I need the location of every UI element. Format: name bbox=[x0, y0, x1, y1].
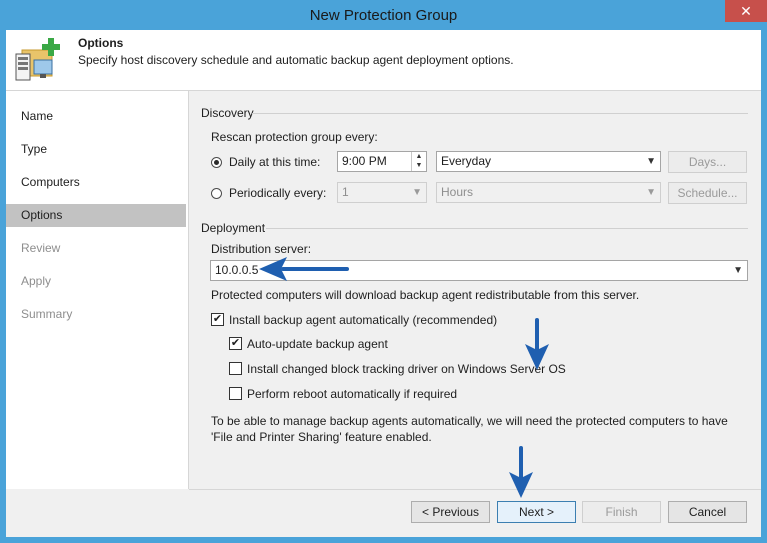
install-agent-checkbox[interactable]: ✔ bbox=[211, 313, 224, 326]
agent-note-line2: 'File and Printer Sharing' feature enabl… bbox=[211, 430, 432, 444]
step-name[interactable]: Name bbox=[6, 105, 186, 128]
discovery-divider bbox=[252, 113, 748, 114]
daily-frequency-value: Everyday bbox=[441, 154, 492, 168]
down-arrow-annotation-icon bbox=[509, 446, 533, 498]
page-title: Options bbox=[78, 36, 124, 50]
next-button[interactable]: Next > bbox=[497, 501, 576, 523]
daily-frequency-select[interactable]: Everyday ▼ bbox=[436, 151, 661, 172]
time-spinner[interactable]: ▲ ▼ bbox=[411, 152, 426, 171]
page-subtitle: Specify host discovery schedule and auto… bbox=[78, 53, 514, 67]
distribution-note: Protected computers will download backup… bbox=[211, 288, 640, 302]
daily-radio[interactable] bbox=[211, 157, 222, 168]
period-unit-value: Hours bbox=[441, 185, 474, 199]
step-computers[interactable]: Computers bbox=[6, 171, 186, 194]
period-value: 1 bbox=[342, 185, 349, 199]
chevron-down-icon: ▼ bbox=[646, 156, 656, 167]
step-apply: Apply bbox=[21, 274, 52, 288]
step-options[interactable]: Options bbox=[6, 204, 186, 227]
auto-update-label[interactable]: Auto-update backup agent bbox=[247, 337, 388, 351]
period-unit-select[interactable]: Hours ▼ bbox=[436, 182, 661, 203]
step-review: Review bbox=[21, 241, 61, 255]
cancel-button[interactable]: Cancel bbox=[668, 501, 747, 523]
deployment-divider bbox=[266, 228, 748, 229]
left-arrow-annotation-icon bbox=[259, 257, 349, 281]
window-title: New Protection Group bbox=[309, 7, 458, 24]
footer-divider bbox=[189, 489, 761, 490]
daily-time-picker[interactable]: 9:00 PM ▲ ▼ bbox=[337, 151, 427, 172]
days-button[interactable]: Days... bbox=[668, 151, 747, 173]
chevron-down-icon: ▼ bbox=[412, 187, 422, 198]
wizard-header: Options Specify host discovery schedule … bbox=[6, 30, 761, 91]
cbt-driver-checkbox[interactable] bbox=[229, 362, 242, 375]
schedule-button[interactable]: Schedule... bbox=[668, 182, 747, 204]
wizard-steps-sidebar: Name Type Computers Options Review Apply… bbox=[6, 91, 189, 489]
deployment-section-title: Deployment bbox=[201, 221, 266, 235]
install-agent-label[interactable]: Install backup agent automatically (reco… bbox=[229, 313, 497, 327]
periodically-radio[interactable] bbox=[211, 188, 222, 199]
distribution-server-label: Distribution server: bbox=[211, 242, 312, 256]
distribution-server-value: 10.0.0.5 bbox=[215, 263, 259, 277]
step-type[interactable]: Type bbox=[6, 138, 186, 161]
title-bar: New Protection Group bbox=[0, 0, 767, 30]
close-button[interactable]: ✕ bbox=[725, 0, 767, 22]
down-arrow-annotation-icon bbox=[525, 318, 549, 370]
daily-time-value: 9:00 PM bbox=[342, 154, 387, 168]
auto-update-checkbox[interactable]: ✔ bbox=[229, 337, 242, 350]
daily-label[interactable]: Daily at this time: bbox=[229, 155, 320, 169]
discovery-section-title: Discovery bbox=[201, 106, 254, 120]
protection-group-add-icon bbox=[15, 38, 60, 81]
cbt-driver-label[interactable]: Install changed block tracking driver on… bbox=[247, 362, 566, 376]
chevron-down-icon: ▼ bbox=[733, 265, 743, 276]
reboot-checkbox[interactable] bbox=[229, 387, 242, 400]
chevron-down-icon: ▼ bbox=[646, 187, 656, 198]
agent-note-line1: To be able to manage backup agents autom… bbox=[211, 414, 728, 428]
reboot-label[interactable]: Perform reboot automatically if required bbox=[247, 387, 457, 401]
rescan-label: Rescan protection group every: bbox=[211, 130, 378, 144]
finish-button: Finish bbox=[582, 501, 661, 523]
period-value-select[interactable]: 1 ▼ bbox=[337, 182, 427, 203]
periodically-label[interactable]: Periodically every: bbox=[229, 186, 326, 200]
previous-button[interactable]: < Previous bbox=[411, 501, 490, 523]
step-summary: Summary bbox=[21, 307, 73, 321]
